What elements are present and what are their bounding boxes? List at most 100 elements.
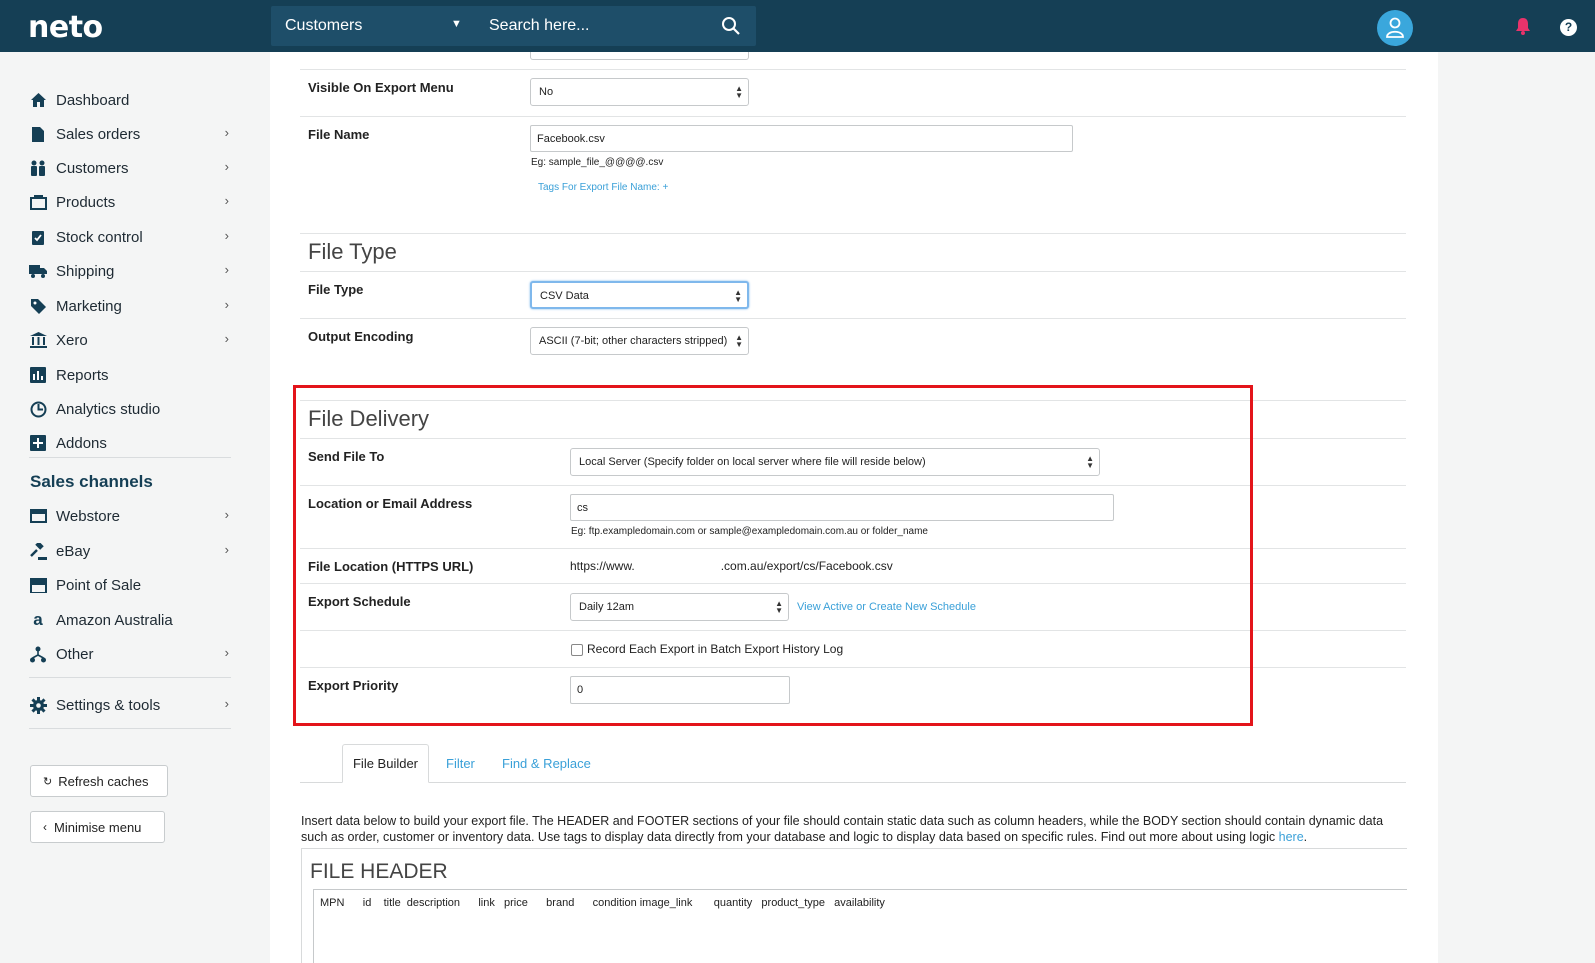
- sidebar-item-label: Amazon Australia: [56, 611, 173, 629]
- previous-field-select[interactable]: [530, 52, 749, 60]
- caret-down-icon[interactable]: ▼: [451, 18, 462, 30]
- sidebar-item-webstore[interactable]: Webstore ›: [29, 504, 229, 528]
- sidebar-item-label: Stock control: [56, 228, 143, 246]
- sidebar-item-label: Reports: [56, 366, 109, 384]
- output-encoding-select[interactable]: ASCII (7-bit; other characters stripped)…: [530, 327, 749, 355]
- sidebar-item-label: Products: [56, 193, 116, 211]
- sidebar-item-label: Settings & tools: [56, 696, 161, 714]
- chevron-right-icon: ›: [224, 645, 229, 660]
- output-encoding-label: Output Encoding: [308, 329, 414, 344]
- user-icon: [1386, 17, 1404, 38]
- minimise-menu-label: Minimise menu: [54, 819, 142, 835]
- refresh-caches-label: Refresh caches: [58, 773, 149, 789]
- chevron-right-icon: ›: [224, 507, 229, 522]
- help-icon[interactable]: ?: [1560, 19, 1577, 36]
- sidebar-divider: [29, 457, 231, 458]
- sidebar-item-xero[interactable]: Xero ›: [29, 328, 229, 352]
- refresh-caches-button[interactable]: ↻ Refresh caches: [30, 765, 168, 797]
- gavel-icon: [29, 542, 47, 560]
- bell-icon[interactable]: [1515, 17, 1531, 35]
- sidebar-divider: [29, 728, 231, 729]
- minimise-menu-button[interactable]: ‹ Minimise menu: [30, 811, 165, 843]
- file-type-section-title: File Type: [308, 239, 397, 264]
- chevron-right-icon: ›: [224, 228, 229, 243]
- refresh-icon: ↻: [43, 775, 53, 788]
- tag-icon: [29, 297, 47, 315]
- file-delivery-highlight: [293, 385, 1253, 726]
- sidebar-item-label: Analytics studio: [56, 400, 161, 418]
- store-icon: [29, 576, 47, 594]
- sidebar-item-label: Sales orders: [56, 125, 141, 143]
- sidebar-item-label: Customers: [56, 159, 129, 177]
- chevron-right-icon: ›: [224, 297, 229, 312]
- sidebar-item-addons[interactable]: Addons: [29, 431, 229, 455]
- chevron-right-icon: ›: [224, 542, 229, 557]
- sidebar-item-shipping[interactable]: Shipping ›: [29, 259, 229, 283]
- chevron-right-icon: ›: [224, 262, 229, 277]
- tab-file-builder[interactable]: File Builder: [342, 744, 429, 783]
- file-header-content: MPN id title description link price bran…: [320, 897, 885, 909]
- sidebar-item-products[interactable]: Products ›: [29, 190, 229, 214]
- gear-icon: [29, 696, 47, 714]
- bank-icon: [29, 331, 47, 349]
- sidebar-item-label: Xero: [56, 331, 88, 349]
- neto-logo[interactable]: neto: [28, 10, 103, 45]
- sidebar-item-marketing[interactable]: Marketing ›: [29, 294, 229, 318]
- tags-export-file-name-link[interactable]: Tags For Export File Name: +: [538, 182, 668, 193]
- search-icon[interactable]: [721, 16, 741, 36]
- tab-filter[interactable]: Filter: [446, 756, 475, 771]
- sidebar-item-customers[interactable]: Customers ›: [29, 156, 229, 180]
- select-arrows-icon: ▲ ▼: [735, 333, 743, 349]
- sidebar-item-label: Dashboard: [56, 91, 130, 109]
- sidebar-item-analytics-studio[interactable]: Analytics studio: [29, 397, 229, 421]
- select-value: No: [539, 86, 554, 98]
- row-divider: [300, 233, 1406, 234]
- visible-on-export-menu-select[interactable]: No ▲ ▼: [530, 78, 749, 106]
- select-value: CSV Data: [540, 290, 589, 302]
- file-type-label: File Type: [308, 282, 364, 297]
- search-scope-select[interactable]: Customers: [285, 17, 362, 35]
- user-avatar[interactable]: [1377, 10, 1413, 46]
- logic-help-link[interactable]: here: [1279, 830, 1304, 844]
- sales-channels-heading: Sales channels: [30, 472, 153, 491]
- file-header-title: FILE HEADER: [310, 860, 448, 883]
- sidebar-item-settings-tools[interactable]: Settings & tools ›: [29, 693, 229, 717]
- chevron-right-icon: ›: [224, 125, 229, 140]
- chevron-right-icon: ›: [224, 696, 229, 711]
- sidebar-item-reports[interactable]: Reports: [29, 363, 229, 387]
- sidebar-item-point-of-sale[interactable]: Point of Sale: [29, 573, 229, 597]
- chevron-right-icon: ›: [224, 159, 229, 174]
- sidebar-item-label: Point of Sale: [56, 576, 142, 594]
- visible-on-export-menu-label: Visible On Export Menu: [308, 80, 454, 95]
- file-name-input[interactable]: Facebook.csv: [530, 125, 1073, 152]
- clipboard-check-icon: [29, 228, 47, 246]
- sidebar-item-ebay[interactable]: eBay ›: [29, 539, 229, 563]
- row-divider: [300, 116, 1406, 117]
- sidebar-item-label: Shipping: [56, 262, 115, 280]
- row-divider: [300, 271, 1406, 272]
- file-type-select[interactable]: CSV Data ▲ ▼: [530, 281, 749, 309]
- chevron-right-icon: ›: [224, 193, 229, 208]
- description-text: Insert data below to build your export f…: [301, 814, 1384, 844]
- select-value: ASCII (7-bit; other characters stripped): [539, 335, 728, 347]
- truck-icon: [29, 262, 47, 280]
- sidebar-divider: [29, 677, 231, 678]
- sidebar: Dashboard Sales orders › Customers › Pro…: [0, 52, 270, 963]
- sidebar-item-stock-control[interactable]: Stock control ›: [29, 225, 229, 249]
- sidebar-item-other[interactable]: Other ›: [29, 642, 229, 666]
- bar-chart-icon: [29, 366, 47, 384]
- sidebar-item-amazon-australia[interactable]: a Amazon Australia: [29, 608, 229, 632]
- box-icon: [29, 193, 47, 211]
- tab-find-replace[interactable]: Find & Replace: [502, 756, 591, 771]
- global-search[interactable]: Customers ▼ Search here...: [271, 6, 756, 46]
- sidebar-item-sales-orders[interactable]: Sales orders ›: [29, 122, 229, 146]
- sidebar-item-label: Marketing: [56, 297, 122, 315]
- search-input[interactable]: Search here...: [489, 17, 590, 35]
- plus-square-icon: [29, 434, 47, 452]
- row-divider: [300, 69, 1406, 70]
- sidebar-item-dashboard[interactable]: Dashboard: [29, 88, 229, 112]
- file-name-hint: Eg: sample_file_@@@@.csv: [531, 157, 664, 168]
- browser-icon: [29, 507, 47, 525]
- file-builder-description: Insert data below to build your export f…: [301, 814, 1384, 844]
- amazon-icon: a: [33, 610, 43, 629]
